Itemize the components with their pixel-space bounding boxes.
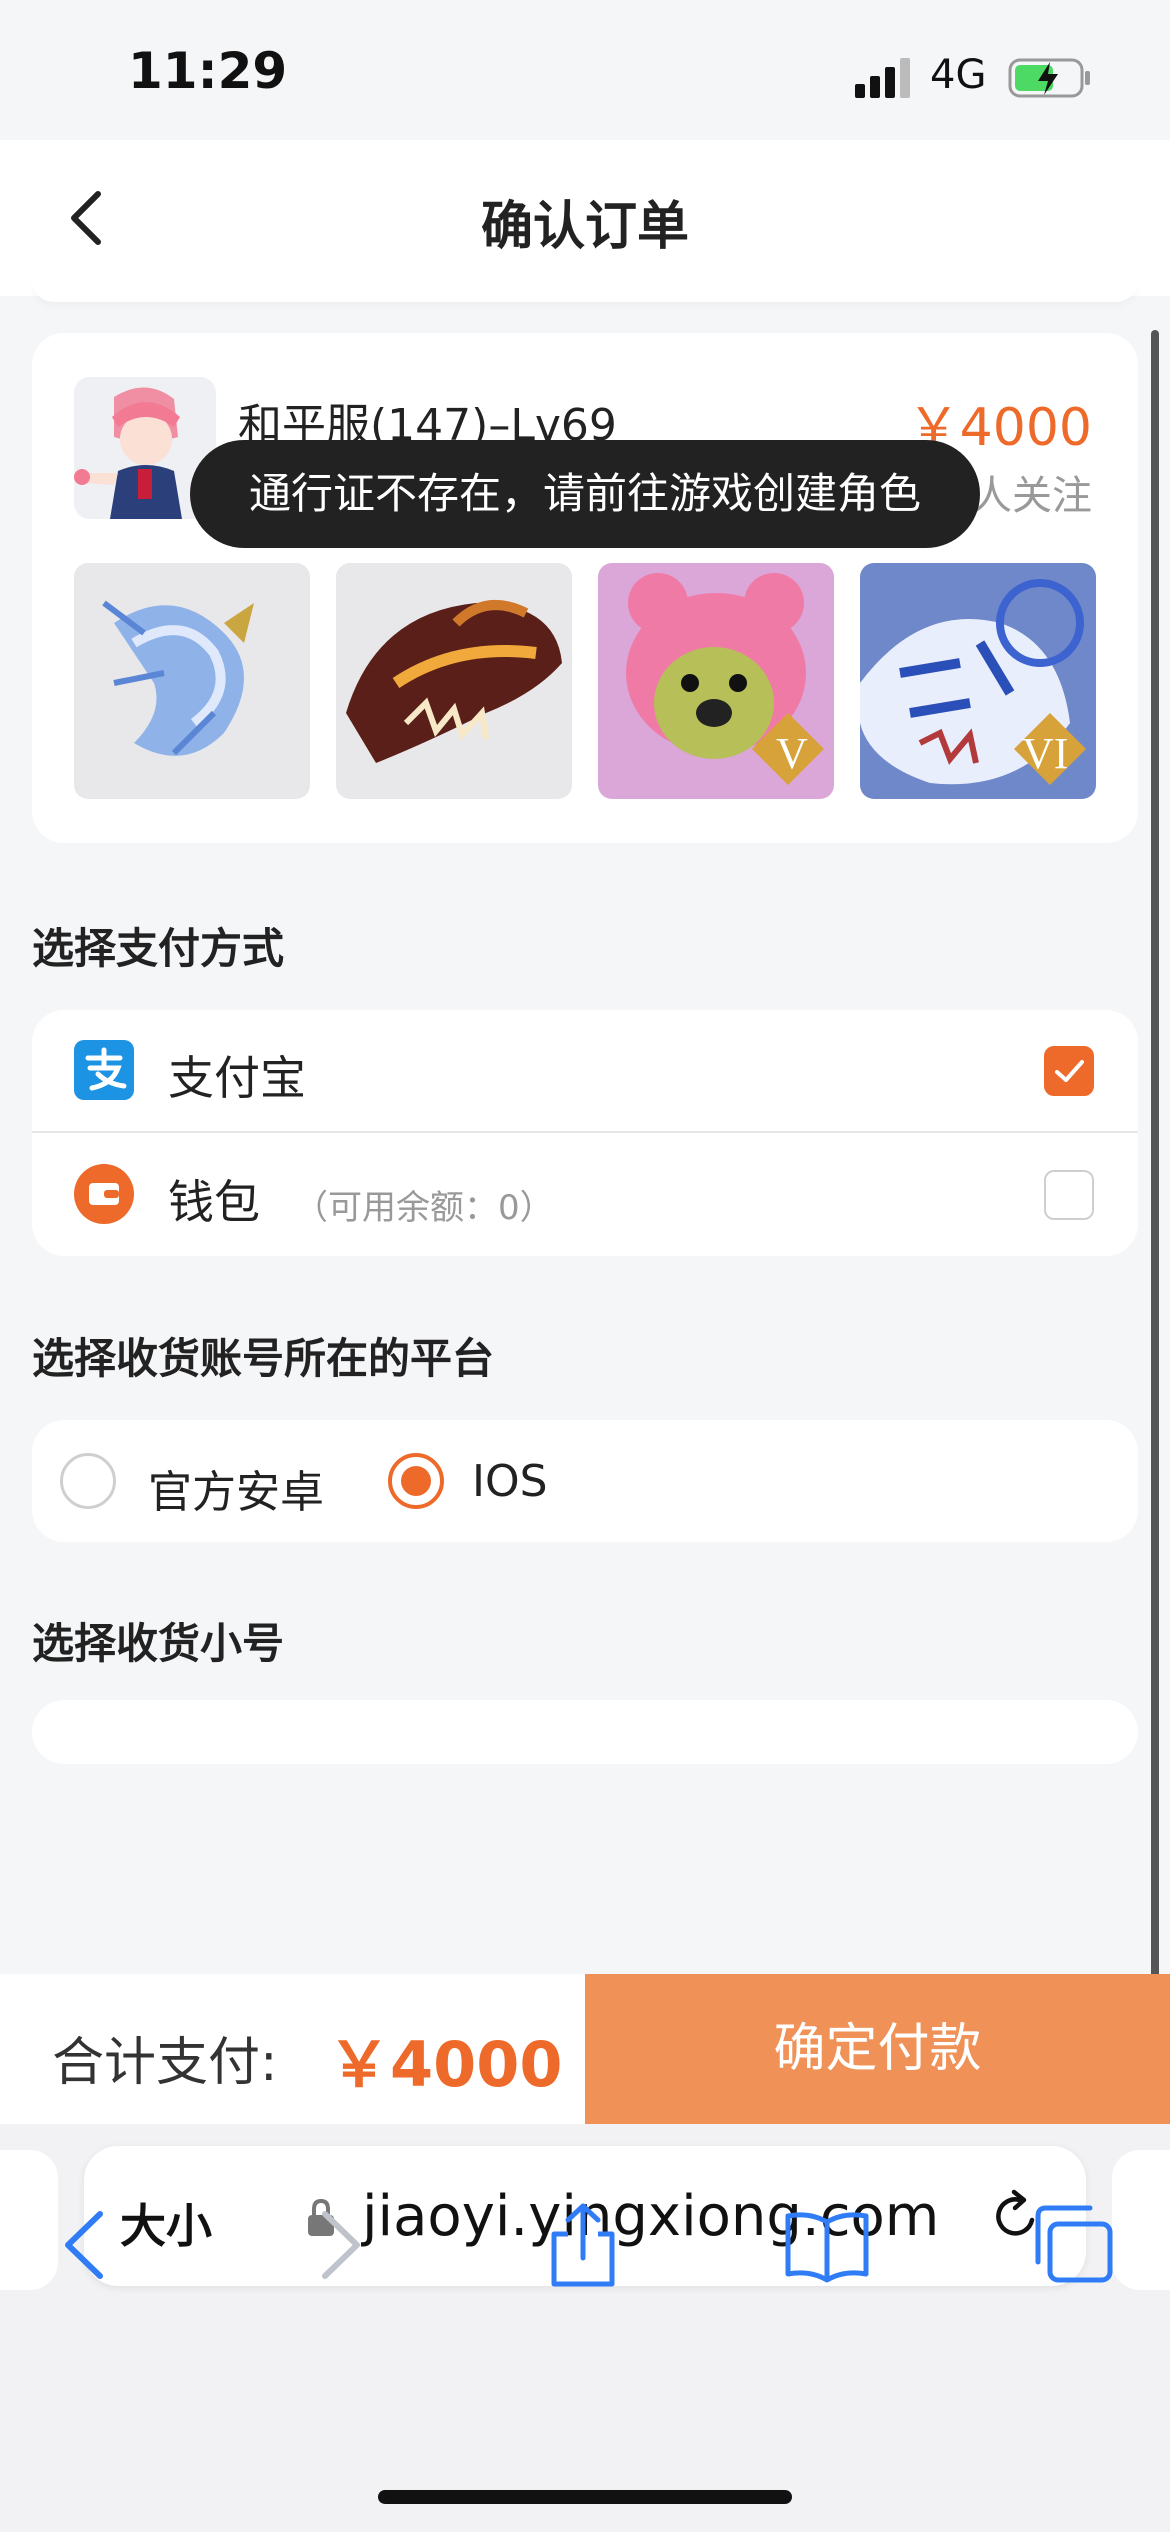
alipay-icon: [74, 1040, 134, 1100]
nav-bar: 确认订单: [0, 140, 1170, 296]
check-icon: [1055, 1060, 1084, 1082]
thumbnail-pink-bear[interactable]: V: [598, 563, 834, 799]
radio-label-ios[interactable]: IOS: [472, 1456, 548, 1507]
scrollbar[interactable]: [1151, 330, 1159, 2110]
thumbnail-ice-dragon[interactable]: [74, 563, 310, 799]
status-bar: 11:29 4G: [0, 0, 1170, 140]
svg-text:VI: VI: [1022, 729, 1068, 778]
radio-android[interactable]: [60, 1453, 116, 1509]
wallet-balance-note: （可用余额：0）: [294, 1188, 554, 1228]
alt-account-section-title: 选择收货小号: [32, 1619, 285, 1668]
bookmarks-icon[interactable]: [782, 2200, 872, 2290]
platform-section-title: 选择收货账号所在的平台: [32, 1334, 495, 1383]
wallet-icon: [74, 1164, 134, 1224]
share-icon[interactable]: [538, 2200, 628, 2290]
total-amount: ￥4000: [328, 2028, 563, 2101]
signal-icon: [855, 58, 910, 98]
product-card[interactable]: 和平服(147)–Lv69 ￥4000 成 65人关注: [32, 333, 1138, 843]
thumbnail-fire-dragon[interactable]: [336, 563, 572, 799]
browser-chrome: 大小 jiaoyi.yingxiong.com: [0, 2124, 1170, 2532]
browser-back-icon[interactable]: [40, 2200, 130, 2290]
alipay-checkbox[interactable]: [1044, 1046, 1094, 1096]
payment-option-alipay[interactable]: 支付宝: [32, 1010, 1138, 1133]
payment-option-wallet[interactable]: 钱包 （可用余额：0）: [32, 1134, 1138, 1257]
error-toast: 通行证不存在，请前往游戏创建角色: [190, 440, 980, 548]
battery-icon: [1008, 58, 1090, 98]
skin-thumbnails: V VI: [74, 563, 1096, 799]
browser-forward-icon[interactable]: [295, 2200, 385, 2290]
alt-account-selector[interactable]: [32, 1700, 1138, 1764]
svg-text:V: V: [776, 729, 808, 778]
wallet-checkbox[interactable]: [1044, 1170, 1094, 1220]
status-time: 11:29: [128, 42, 288, 100]
home-indicator[interactable]: [378, 2490, 792, 2504]
pay-label: 支付宝: [168, 1051, 306, 1105]
payment-section-title: 选择支付方式: [32, 924, 285, 973]
next-tab-peek[interactable]: [1112, 2150, 1170, 2290]
pay-label: 钱包: [168, 1175, 260, 1229]
thumbnail-white-tiger[interactable]: VI: [860, 563, 1096, 799]
radio-label-android[interactable]: 官方安卓: [148, 1456, 324, 1520]
previous-card-edge: [32, 280, 1138, 302]
tabs-icon[interactable]: [1028, 2200, 1118, 2290]
radio-ios[interactable]: [388, 1453, 444, 1509]
network-type: 4G: [930, 52, 987, 98]
confirm-payment-button[interactable]: 确定付款: [585, 1974, 1170, 2124]
page-settings-button[interactable]: 大小: [120, 2190, 212, 2256]
total-label: 合计支付:: [52, 2033, 278, 2093]
payment-methods-card: 支付宝 钱包 （可用余额：0）: [32, 1010, 1138, 1256]
platform-card: 官方安卓 IOS: [32, 1420, 1138, 1542]
page-title: 确认订单: [480, 197, 689, 257]
checkout-bar: 合计支付: ￥4000 确定付款: [0, 1974, 1170, 2124]
